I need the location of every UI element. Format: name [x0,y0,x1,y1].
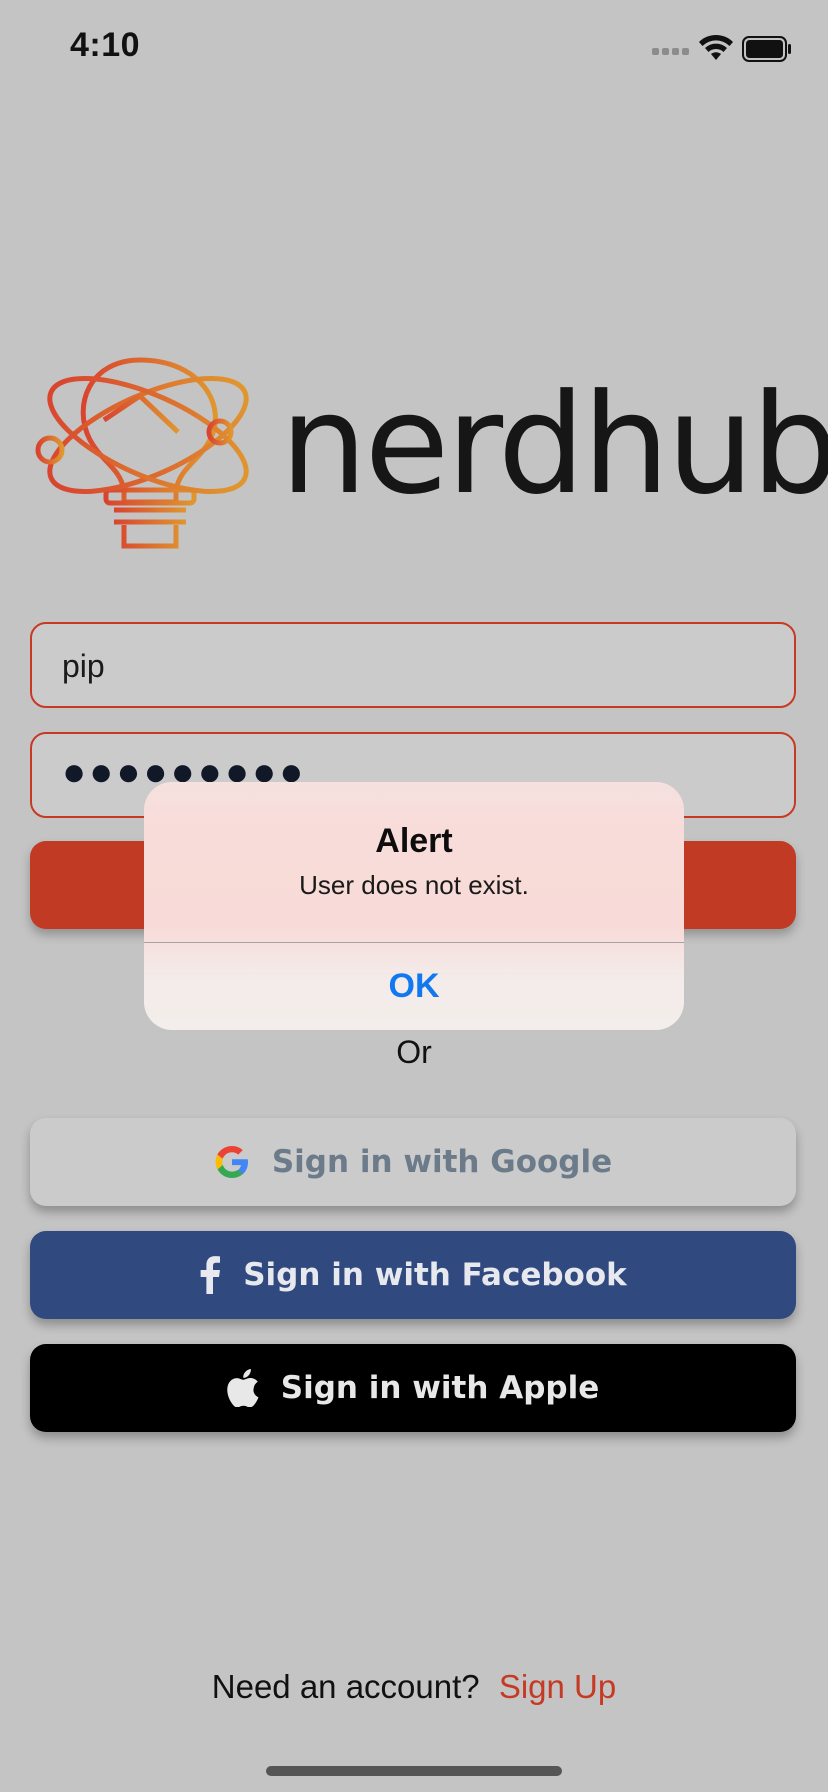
wifi-icon [699,34,733,60]
signup-prompt: Need an account? Sign Up [0,1668,828,1706]
alert-dialog: Alert User does not exist. OK [144,782,684,1030]
home-indicator[interactable] [266,1766,562,1776]
alert-title: Alert [375,822,453,860]
username-field[interactable]: pip [30,622,796,708]
battery-icon [742,36,791,62]
username-value: pip [62,648,105,684]
or-divider: Or [396,1034,432,1070]
apple-signin-button[interactable]: Sign in with Apple [30,1344,796,1432]
signal-icon [652,46,690,58]
status-time: 4:10 [70,26,141,64]
google-signin-button[interactable]: Sign in with Google [30,1118,796,1206]
google-icon [214,1144,250,1180]
signup-prompt-text: Need an account? [211,1668,480,1705]
apple-icon [227,1369,259,1407]
facebook-signin-label: Sign in with Facebook [243,1257,627,1293]
apple-signin-label: Sign in with Apple [280,1370,600,1406]
alert-message: User does not exist. [299,870,529,900]
alert-ok-button[interactable]: OK [144,943,684,1030]
status-bar: 4:10 [0,0,828,100]
facebook-icon [199,1256,221,1294]
facebook-signin-button[interactable]: Sign in with Facebook [30,1231,796,1319]
signup-link[interactable]: Sign Up [499,1668,616,1705]
logo-wordmark: nerdhub [280,364,828,525]
google-signin-label: Sign in with Google [271,1144,613,1180]
